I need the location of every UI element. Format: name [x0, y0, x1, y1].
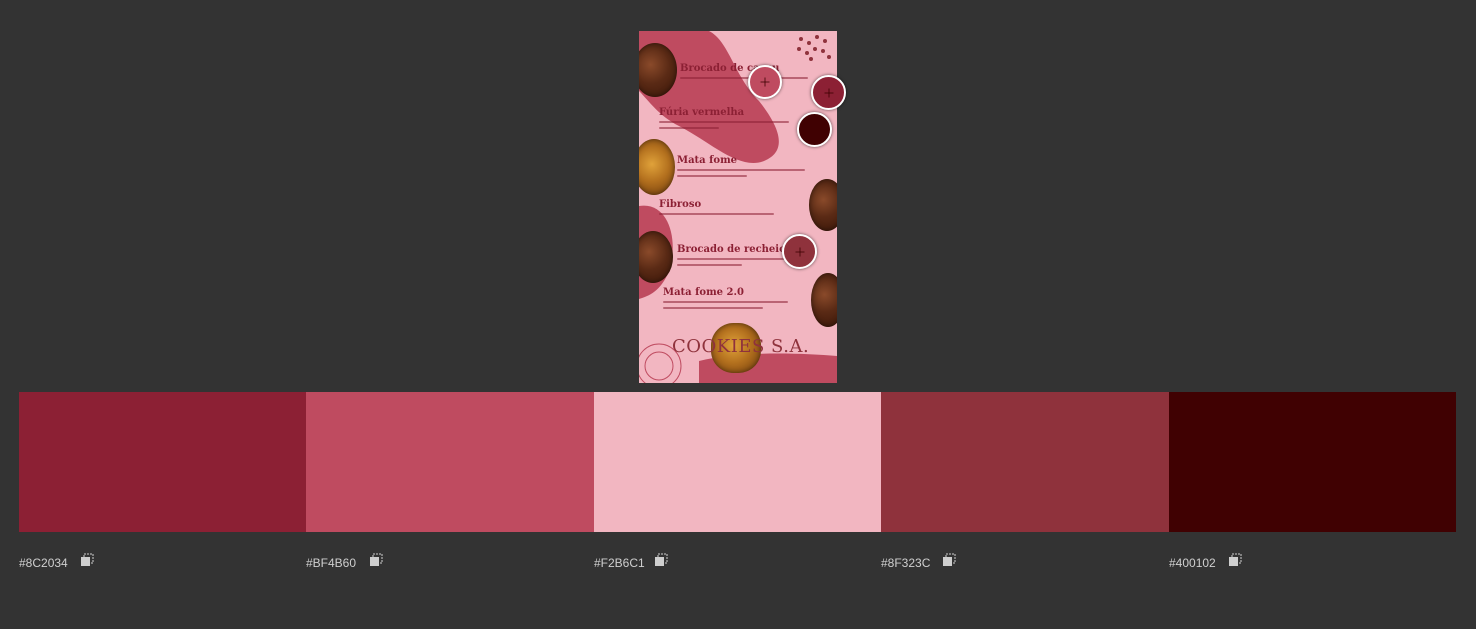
menu-item-description — [677, 258, 797, 260]
menu-item-description — [677, 169, 805, 171]
cookie-image — [809, 179, 837, 231]
image-preview: Brocado de cacau Fúria vermelha Mata fom… — [639, 31, 837, 383]
hex-code-label: #8C2034 — [19, 556, 68, 570]
menu-item-description — [663, 307, 763, 309]
copy-icon[interactable] — [80, 553, 94, 567]
color-picker-marker[interactable] — [797, 112, 832, 147]
copy-icon[interactable] — [1228, 553, 1242, 567]
color-swatch[interactable] — [19, 392, 306, 532]
menu-item-title: Brocado de recheio — [677, 244, 786, 255]
hex-code-label: #F2B6C1 — [594, 556, 645, 570]
color-swatch[interactable] — [881, 392, 1169, 532]
color-picker-marker[interactable] — [811, 75, 846, 110]
menu-item-description — [677, 175, 747, 177]
brand-logo-text: COOKIES S.A. — [672, 336, 810, 357]
menu-item-description — [659, 121, 789, 123]
menu-item-description — [659, 127, 719, 129]
color-swatch[interactable] — [1169, 392, 1456, 532]
hex-code-label: #BF4B60 — [306, 556, 357, 570]
menu-item-description — [663, 301, 788, 303]
copy-icon[interactable] — [942, 553, 956, 567]
color-picker-marker[interactable] — [782, 234, 817, 269]
hex-code-label: #400102 — [1169, 556, 1216, 570]
menu-item-description — [680, 77, 808, 79]
color-swatch[interactable] — [594, 392, 881, 532]
hex-code-label: #8F323C — [881, 556, 931, 570]
color-swatch[interactable] — [306, 392, 594, 532]
menu-item-description — [659, 213, 774, 215]
menu-item-title: Fibroso — [659, 199, 702, 210]
menu-item-title: Fúria vermelha — [659, 107, 745, 118]
palette-extractor: Brocado de cacau Fúria vermelha Mata fom… — [0, 0, 1476, 629]
menu-item-title: Mata fome 2.0 — [663, 287, 744, 298]
menu-item-title: Mata fome — [677, 155, 738, 166]
copy-icon[interactable] — [654, 553, 668, 567]
color-picker-marker[interactable] — [748, 65, 782, 99]
cookie-image — [811, 273, 837, 327]
menu-item-description — [677, 264, 742, 266]
copy-icon[interactable] — [369, 553, 383, 567]
